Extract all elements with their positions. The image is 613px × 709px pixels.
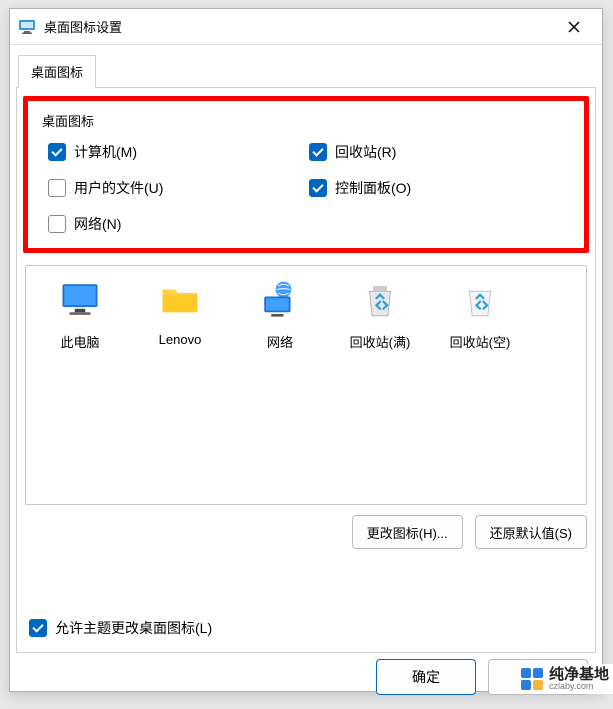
checkbox-computer: 计算机(M) <box>48 142 309 162</box>
monitor-icon <box>56 276 104 324</box>
watermark-name: 纯净基地 <box>549 667 609 682</box>
icon-label: 回收站(满) <box>330 332 430 351</box>
dialog-buttons: 确定 取消 <box>10 659 602 709</box>
checkbox-input-user-files[interactable] <box>48 179 66 197</box>
desktop-icon-settings-dialog: 桌面图标设置 桌面图标 桌面图标 计算机(M) 回收站(R) <box>9 8 603 692</box>
watermark: 纯净基地 czlaby.com <box>519 664 613 694</box>
restore-defaults-button[interactable]: 还原默认值(S) <box>475 515 587 549</box>
checkbox-network: 网络(N) <box>48 214 309 234</box>
watermark-logo-icon <box>519 666 545 692</box>
icon-label: 回收站(空) <box>430 332 530 351</box>
preview-buttons: 更改图标(H)... 还原默认值(S) <box>25 515 587 549</box>
ok-button[interactable]: 确定 <box>376 659 476 695</box>
theme-checkbox-row: 允许主题更改桌面图标(L) <box>29 618 212 638</box>
desktop-icons-group: 桌面图标 计算机(M) 回收站(R) 用户的文件(U) 控制面板(O) <box>23 96 589 253</box>
close-button[interactable] <box>554 13 594 41</box>
icon-label: 此电脑 <box>30 332 130 351</box>
button-label: 更改图标(H)... <box>367 523 448 542</box>
checkbox-label: 计算机(M) <box>74 142 137 162</box>
window-icon <box>18 18 36 36</box>
checkbox-control-panel: 控制面板(O) <box>309 178 570 198</box>
change-icon-button[interactable]: 更改图标(H)... <box>352 515 463 549</box>
tab-label: 桌面图标 <box>31 65 83 80</box>
checkbox-input-network[interactable] <box>48 215 66 233</box>
tab-desktop-icons[interactable]: 桌面图标 <box>18 55 96 88</box>
button-label: 还原默认值(S) <box>490 523 572 542</box>
checkbox-recycle-bin: 回收站(R) <box>309 142 570 162</box>
checkbox-input-recycle-bin[interactable] <box>309 143 327 161</box>
checkbox-user-files: 用户的文件(U) <box>48 178 309 198</box>
window-title: 桌面图标设置 <box>44 17 554 36</box>
preview-icon-network[interactable]: 网络 <box>230 276 330 351</box>
folder-icon <box>156 276 204 324</box>
watermark-text-block: 纯净基地 czlaby.com <box>549 667 609 691</box>
tab-content: 桌面图标 计算机(M) 回收站(R) 用户的文件(U) 控制面板(O) <box>16 87 596 653</box>
icon-preview-box: 此电脑 Lenovo <box>25 265 587 505</box>
checkbox-label: 回收站(R) <box>335 142 396 162</box>
checkbox-label: 控制面板(O) <box>335 178 411 198</box>
watermark-url: czlaby.com <box>549 682 609 691</box>
icon-label: 网络 <box>230 332 330 351</box>
recycle-bin-full-icon <box>356 276 404 324</box>
preview-icon-recycle-bin-full[interactable]: 回收站(满) <box>330 276 430 351</box>
preview-icon-this-pc[interactable]: 此电脑 <box>30 276 130 351</box>
recycle-bin-empty-icon <box>456 276 504 324</box>
checkbox-input-theme[interactable] <box>29 619 47 637</box>
checkbox-input-computer[interactable] <box>48 143 66 161</box>
checkbox-label: 用户的文件(U) <box>74 178 163 198</box>
tab-strip: 桌面图标 <box>10 45 602 88</box>
checkbox-label: 允许主题更改桌面图标(L) <box>55 618 212 638</box>
group-title: 桌面图标 <box>42 111 570 130</box>
preview-icon-user-folder[interactable]: Lenovo <box>130 276 230 347</box>
checkbox-label: 网络(N) <box>74 214 121 234</box>
icon-label: Lenovo <box>130 332 230 347</box>
titlebar: 桌面图标设置 <box>10 9 602 45</box>
network-icon <box>256 276 304 324</box>
button-label: 确定 <box>412 667 440 687</box>
checkbox-input-control-panel[interactable] <box>309 179 327 197</box>
preview-icon-recycle-bin-empty[interactable]: 回收站(空) <box>430 276 530 351</box>
checkbox-grid: 计算机(M) 回收站(R) 用户的文件(U) 控制面板(O) 网络(N) <box>42 142 570 234</box>
